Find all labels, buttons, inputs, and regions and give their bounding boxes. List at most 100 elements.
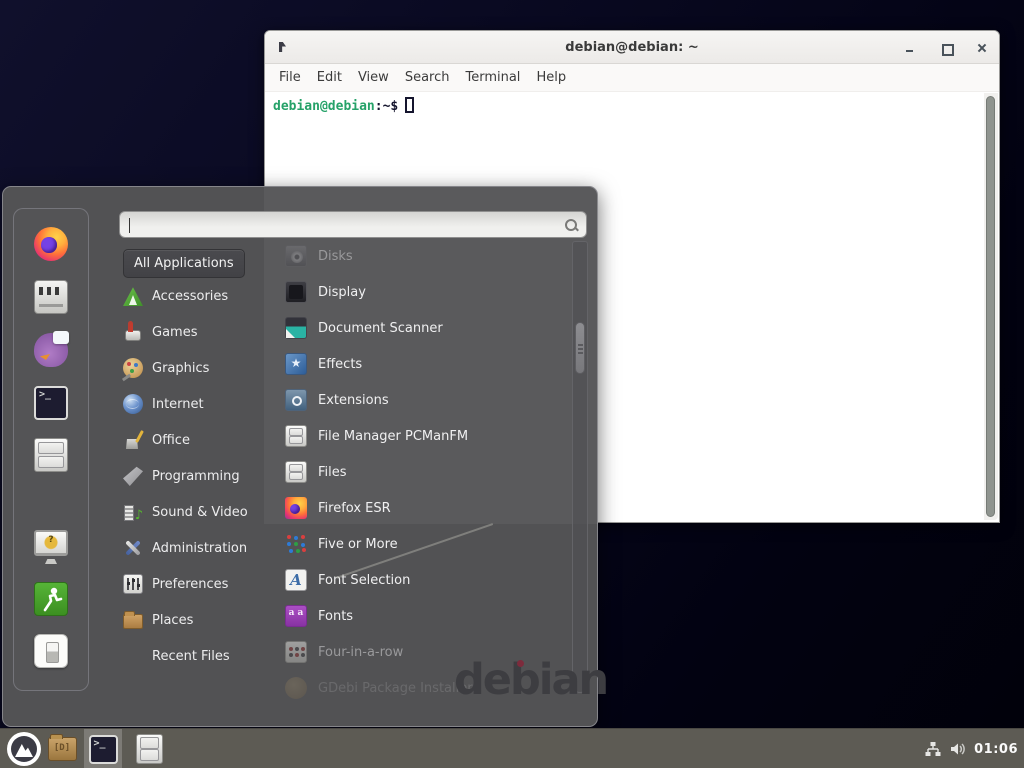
taskbar: 01:06 [0, 728, 1024, 768]
menu-file[interactable]: File [271, 70, 309, 85]
category-office[interactable]: Office [123, 422, 269, 458]
five-or-more-icon [285, 533, 307, 555]
games-icon [123, 322, 143, 342]
app-display[interactable]: Display [285, 274, 571, 310]
taskbar-file-manager-button[interactable] [131, 729, 167, 768]
app-list-scrollbar-thumb[interactable] [575, 322, 585, 374]
category-administration[interactable]: Administration [123, 530, 269, 566]
firefox-icon [285, 497, 307, 519]
window-title: debian@debian: ~ [565, 40, 698, 55]
maximize-icon[interactable] [939, 41, 953, 55]
administration-icon [123, 538, 143, 558]
office-icon [123, 430, 143, 450]
volume-icon[interactable] [949, 740, 967, 758]
extensions-icon [285, 389, 307, 411]
app-document-scanner[interactable]: Document Scanner [285, 310, 571, 346]
category-games[interactable]: Games [123, 314, 269, 350]
taskbar-menu-button[interactable] [4, 729, 44, 768]
app-font-selection[interactable]: Font Selection [285, 562, 571, 598]
category-places[interactable]: Places [123, 602, 269, 638]
file-cabinet-icon [285, 425, 307, 447]
places-icon [123, 614, 143, 629]
app-four-in-a-row[interactable]: Four-in-a-row [285, 634, 571, 670]
network-icon[interactable] [924, 740, 942, 758]
system-tray: 01:06 [924, 729, 1024, 768]
firefox-icon [34, 227, 68, 261]
app-effects[interactable]: Effects [285, 346, 571, 382]
app-file-manager-pcmanfm[interactable]: File Manager PCManFM [285, 418, 571, 454]
document-scanner-icon [285, 317, 307, 339]
applications-menu: All Applications Accessories Games Graph… [2, 186, 598, 727]
desktop-folder-icon [48, 737, 77, 761]
favorite-control-panel[interactable] [34, 280, 68, 314]
file-cabinet-icon [136, 734, 163, 764]
control-panel-icon [34, 280, 68, 314]
minimize-icon[interactable] [903, 41, 917, 55]
shutdown-icon [34, 634, 68, 668]
category-programming[interactable]: Programming [123, 458, 269, 494]
programming-icon [123, 466, 143, 486]
terminal-scrollbar-thumb[interactable] [986, 96, 995, 517]
file-cabinet-icon [285, 461, 307, 483]
close-icon[interactable] [975, 41, 989, 55]
menu-search[interactable]: Search [397, 70, 458, 85]
favorite-shutdown[interactable] [34, 634, 68, 668]
prompt-user-host: debian@debian [273, 99, 375, 114]
clock[interactable]: 01:06 [974, 742, 1018, 757]
category-graphics[interactable]: Graphics [123, 350, 269, 386]
terminal-icon [89, 735, 118, 764]
app-disks[interactable]: Disks [285, 238, 571, 274]
blank-icon [123, 646, 143, 666]
search-box[interactable] [119, 211, 587, 238]
favorite-pidgin[interactable] [34, 333, 68, 367]
search-icon [564, 218, 578, 232]
menu-view[interactable]: View [350, 70, 397, 85]
pidgin-icon [34, 333, 68, 367]
category-accessories[interactable]: Accessories [123, 278, 269, 314]
display-icon [285, 281, 307, 303]
favorite-lock-screen[interactable] [34, 530, 68, 564]
favorite-logout[interactable] [34, 582, 68, 616]
search-input[interactable] [128, 212, 564, 237]
app-files[interactable]: Files [285, 454, 571, 490]
taskbar-terminal-button[interactable] [84, 729, 122, 768]
app-firefox-esr[interactable]: Firefox ESR [285, 490, 571, 526]
terminal-icon [34, 386, 68, 420]
app-list-scrollbar[interactable] [572, 241, 588, 693]
menu-terminal[interactable]: Terminal [457, 70, 528, 85]
favorite-firefox[interactable] [34, 227, 68, 261]
accessories-icon [123, 286, 143, 306]
app-extensions[interactable]: Extensions [285, 382, 571, 418]
text-caret [129, 218, 130, 233]
font-selection-icon [285, 569, 307, 591]
category-internet[interactable]: Internet [123, 386, 269, 422]
category-sound-video[interactable]: Sound & Video [123, 494, 269, 530]
terminal-scrollbar[interactable] [984, 93, 998, 520]
category-preferences[interactable]: Preferences [123, 566, 269, 602]
terminal-cursor [405, 97, 414, 113]
all-applications-label: All Applications [134, 256, 234, 271]
taskbar-desktop-folder-button[interactable] [44, 729, 80, 768]
disks-icon [285, 245, 307, 267]
menu-edit[interactable]: Edit [309, 70, 350, 85]
window-icon [279, 42, 286, 52]
menu-help[interactable]: Help [528, 70, 574, 85]
preferences-icon [123, 574, 143, 594]
category-all-applications[interactable]: All Applications [123, 249, 245, 278]
app-fonts[interactable]: Fonts [285, 598, 571, 634]
category-recent-files[interactable]: Recent Files [123, 638, 269, 674]
file-cabinet-icon [34, 438, 68, 472]
terminal-menubar: File Edit View Search Terminal Help [265, 64, 999, 92]
prompt-suffix: :~$ [375, 99, 398, 114]
fonts-icon [285, 605, 307, 627]
four-in-a-row-icon [285, 641, 307, 663]
favorite-file-manager[interactable] [34, 438, 68, 472]
lock-screen-icon [34, 530, 68, 556]
sound-video-icon [123, 502, 143, 522]
logout-icon [34, 582, 68, 616]
app-gdebi-package-installer[interactable]: GDebi Package Installer [285, 670, 571, 706]
favorite-terminal[interactable] [34, 386, 68, 420]
menu-logo-icon [7, 732, 41, 766]
terminal-titlebar[interactable]: debian@debian: ~ [265, 31, 999, 64]
gdebi-icon [285, 677, 307, 699]
